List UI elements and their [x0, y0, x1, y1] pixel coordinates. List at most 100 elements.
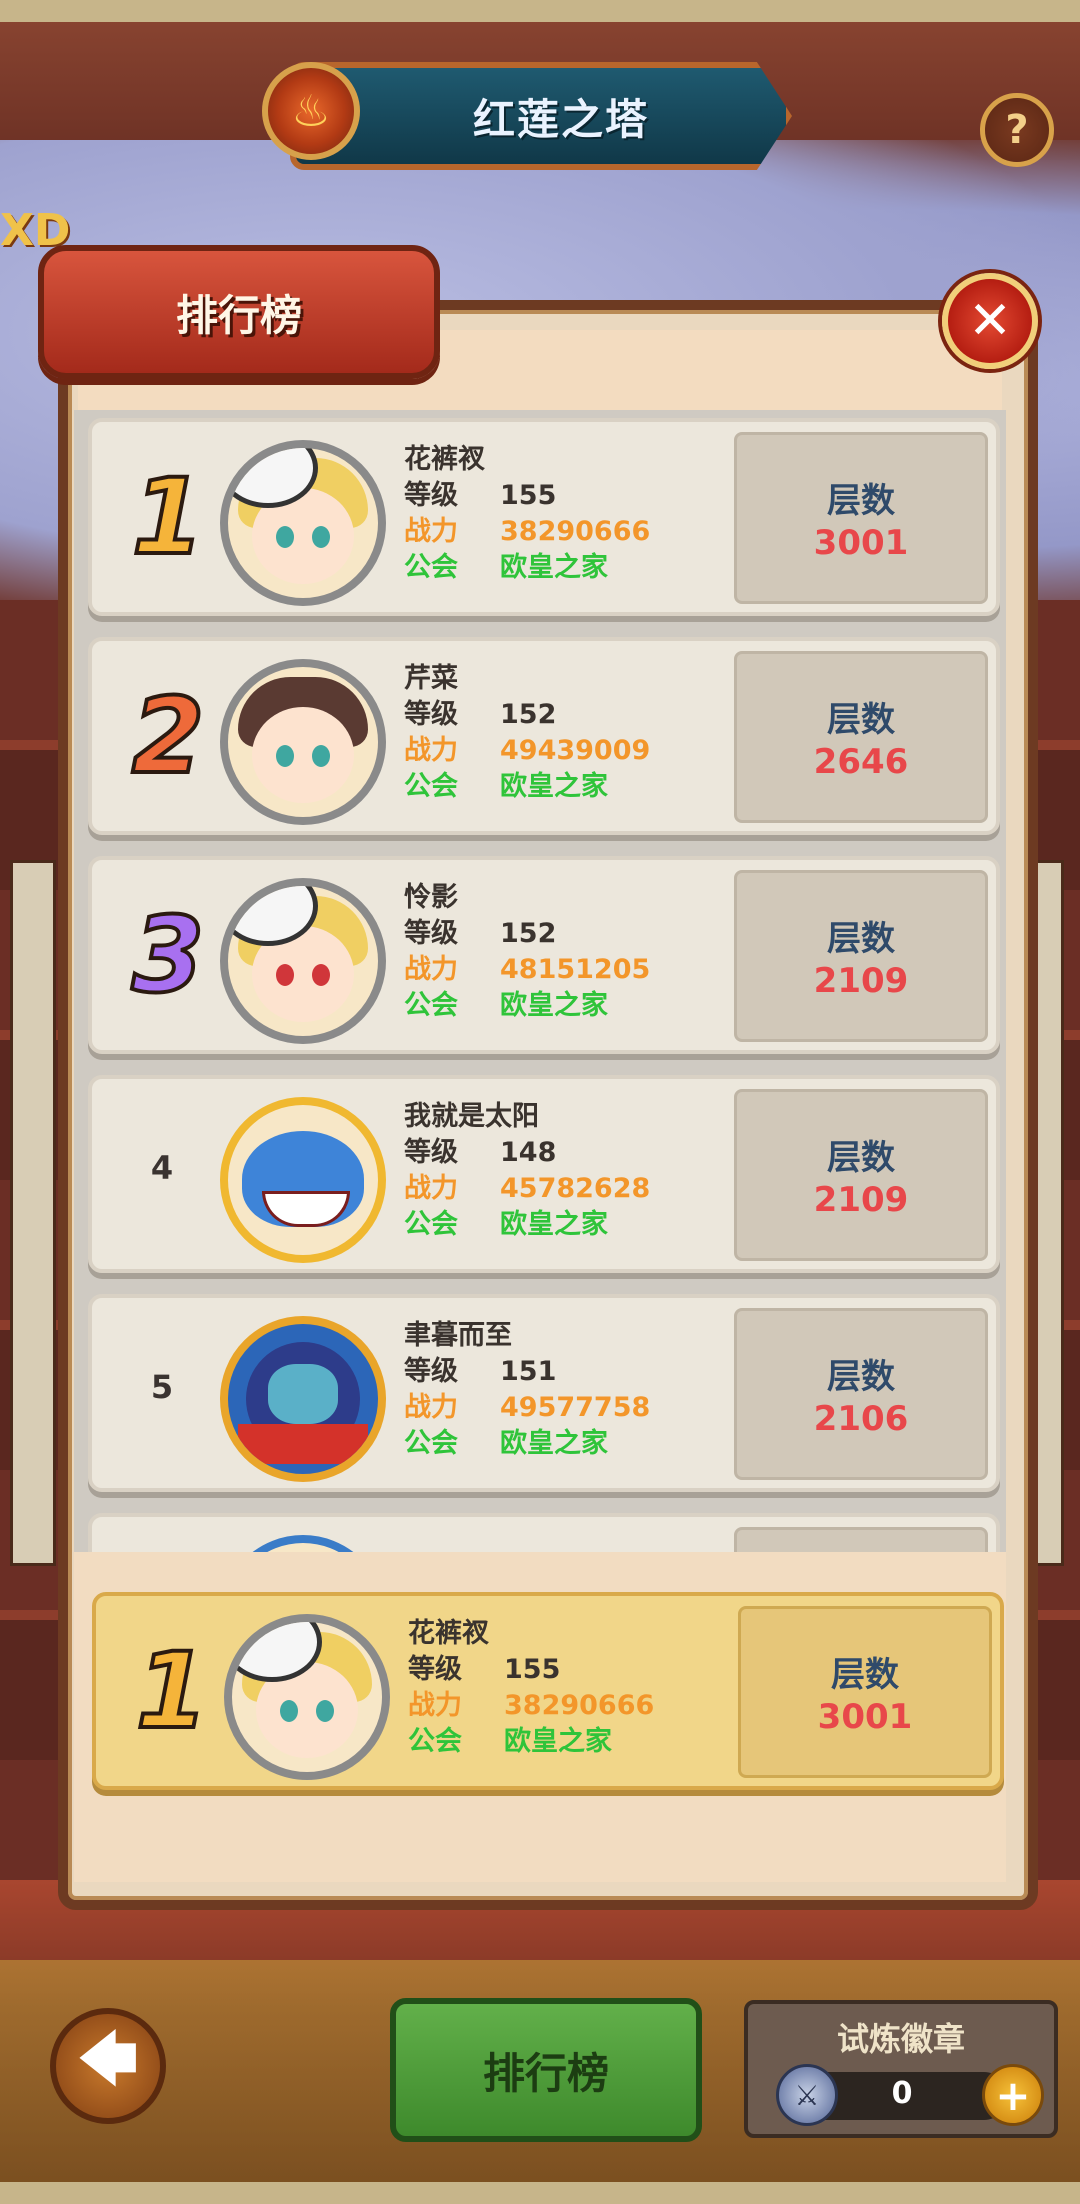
help-button[interactable]: ? [980, 93, 1054, 167]
badge-icon: ⚔ [776, 2064, 838, 2126]
floor-box: 层数 2106 [734, 1308, 988, 1480]
floor-label: 层数 [827, 1357, 895, 1397]
level-value: 152 [500, 699, 557, 730]
guild-label: 公会 [408, 1726, 462, 1757]
back-button[interactable]: 🡄 [50, 2008, 166, 2124]
avatar[interactable] [220, 1316, 386, 1482]
level-label: 等级 [404, 1356, 458, 1387]
page-title: 红莲之塔 [472, 94, 649, 144]
ranking-row[interactable]: 2 芹菜 等级 152 战力 49439009 公会 欧皇之家 层数 2646 [88, 637, 1000, 835]
power-label: 战力 [404, 735, 458, 766]
avatar[interactable] [220, 440, 386, 606]
floor-value: 2646 [813, 742, 909, 782]
player-info: 聿暮而至 等级 151 战力 49577758 公会 欧皇之家 [404, 1318, 714, 1462]
rank-number: 1 [130, 456, 206, 578]
floor-box: 层数 2109 [734, 870, 988, 1042]
leaderboard-tab-title: 排行榜 [38, 245, 440, 379]
rank-number: 1 [134, 1630, 210, 1752]
floor-label: 层数 [827, 1138, 895, 1178]
trial-badge-panel: 试炼徽章 ⚔ 0 + [744, 2000, 1058, 2138]
guild-label: 公会 [404, 1209, 458, 1240]
guild-value: 欧皇之家 [500, 552, 608, 583]
player-name: 聿暮而至 [404, 1320, 512, 1351]
floor-label: 层数 [827, 700, 895, 740]
level-label: 等级 [404, 918, 458, 949]
rank-number: 2 [130, 675, 206, 797]
panel-title: 排行榜 [175, 290, 302, 340]
my-ranking-row[interactable]: 1 花裤衩 等级 155 战力 38290666 公会 欧皇之家 层数 3001 [92, 1592, 1004, 1790]
power-value: 49439009 [500, 735, 651, 766]
power-value: 49577758 [500, 1392, 651, 1423]
level-value: 151 [500, 1356, 557, 1387]
power-label: 战力 [404, 954, 458, 985]
floor-label: 层数 [827, 919, 895, 959]
level-label: 等级 [404, 699, 458, 730]
avatar[interactable] [220, 878, 386, 1044]
close-button[interactable]: ✕ [942, 273, 1038, 369]
power-label: 战力 [404, 516, 458, 547]
player-name: 怜影 [404, 882, 458, 913]
background-pole [10, 860, 56, 1566]
avatar[interactable] [220, 659, 386, 825]
ranking-row[interactable]: 1 花裤衩 等级 155 战力 38290666 公会 欧皇之家 层数 3001 [88, 418, 1000, 616]
floor-box: 层数 3001 [738, 1606, 992, 1778]
add-badge-button[interactable]: + [982, 2064, 1044, 2126]
ranking-row[interactable] [88, 1513, 1000, 1552]
floor-box: 层数 3001 [734, 432, 988, 604]
guild-value: 欧皇之家 [500, 771, 608, 802]
level-label: 等级 [408, 1654, 462, 1685]
back-arrow-icon: 🡄 [78, 2024, 138, 2093]
avatar[interactable] [224, 1614, 390, 1780]
player-info: 我就是太阳 等级 148 战力 45782628 公会 欧皇之家 [404, 1099, 714, 1243]
level-value: 155 [500, 480, 557, 511]
rank-number: 3 [130, 894, 206, 1016]
rank-number: 5 [150, 1368, 174, 1406]
guild-value: 欧皇之家 [500, 990, 608, 1021]
ranking-row[interactable]: 3 怜影 等级 152 战力 48151205 公会 欧皇之家 层数 2109 [88, 856, 1000, 1054]
power-label: 战力 [404, 1173, 458, 1204]
power-label: 战力 [404, 1392, 458, 1423]
top-strip [0, 0, 1080, 22]
floor-value: 2106 [813, 1399, 909, 1439]
level-label: 等级 [404, 1137, 458, 1168]
ranking-row[interactable]: 4 我就是太阳 等级 148 战力 45782628 公会 欧皇之家 层数 2109 [88, 1075, 1000, 1273]
tower-title-banner: 红莲之塔 [290, 62, 792, 170]
floor-box: 层数 2109 [734, 1089, 988, 1261]
power-value: 48151205 [500, 954, 651, 985]
leaderboard-button-label: 排行榜 [482, 2048, 609, 2098]
floor-box: 层数 2646 [734, 651, 988, 823]
level-value: 155 [504, 1654, 561, 1685]
player-name: 花裤衩 [408, 1618, 489, 1649]
floor-value: 3001 [817, 1697, 913, 1737]
avatar[interactable] [220, 1097, 386, 1263]
power-value: 38290666 [504, 1690, 655, 1721]
my-rank-area: 1 花裤衩 等级 155 战力 38290666 公会 欧皇之家 层数 3001 [74, 1552, 1006, 1882]
avatar[interactable] [220, 1535, 386, 1552]
guild-value: 欧皇之家 [500, 1209, 608, 1240]
player-info: 花裤衩 等级 155 战力 38290666 公会 欧皇之家 [404, 442, 714, 586]
floor-label: 层数 [831, 1655, 899, 1695]
player-info: 芹菜 等级 152 战力 49439009 公会 欧皇之家 [404, 661, 714, 805]
badge-title: 试炼徽章 [836, 2020, 965, 2058]
flame-icon: ♨ [262, 62, 360, 160]
floor-value: 3001 [813, 523, 909, 563]
bottom-strip [0, 2182, 1080, 2204]
power-label: 战力 [408, 1690, 462, 1721]
floor-value: 2109 [813, 1180, 909, 1220]
level-value: 148 [500, 1137, 557, 1168]
guild-label: 公会 [404, 771, 458, 802]
power-value: 38290666 [500, 516, 651, 547]
close-icon: ✕ [968, 291, 1012, 351]
player-info: 怜影 等级 152 战力 48151205 公会 欧皇之家 [404, 880, 714, 1024]
player-name: 花裤衩 [404, 444, 485, 475]
badge-count: 0 [891, 2076, 913, 2111]
leaderboard-button[interactable]: 排行榜 [390, 1998, 702, 2142]
ranking-row[interactable]: 5 聿暮而至 等级 151 战力 49577758 公会 欧皇之家 层数 2106 [88, 1294, 1000, 1492]
guild-label: 公会 [404, 990, 458, 1021]
guild-value: 欧皇之家 [504, 1726, 612, 1757]
ranking-list[interactable]: 1 花裤衩 等级 155 战力 38290666 公会 欧皇之家 层数 3001 2 … [74, 410, 1006, 1552]
player-name: 我就是太阳 [404, 1101, 539, 1132]
level-value: 152 [500, 918, 557, 949]
floor-label: 层数 [827, 481, 895, 521]
power-value: 45782628 [500, 1173, 651, 1204]
